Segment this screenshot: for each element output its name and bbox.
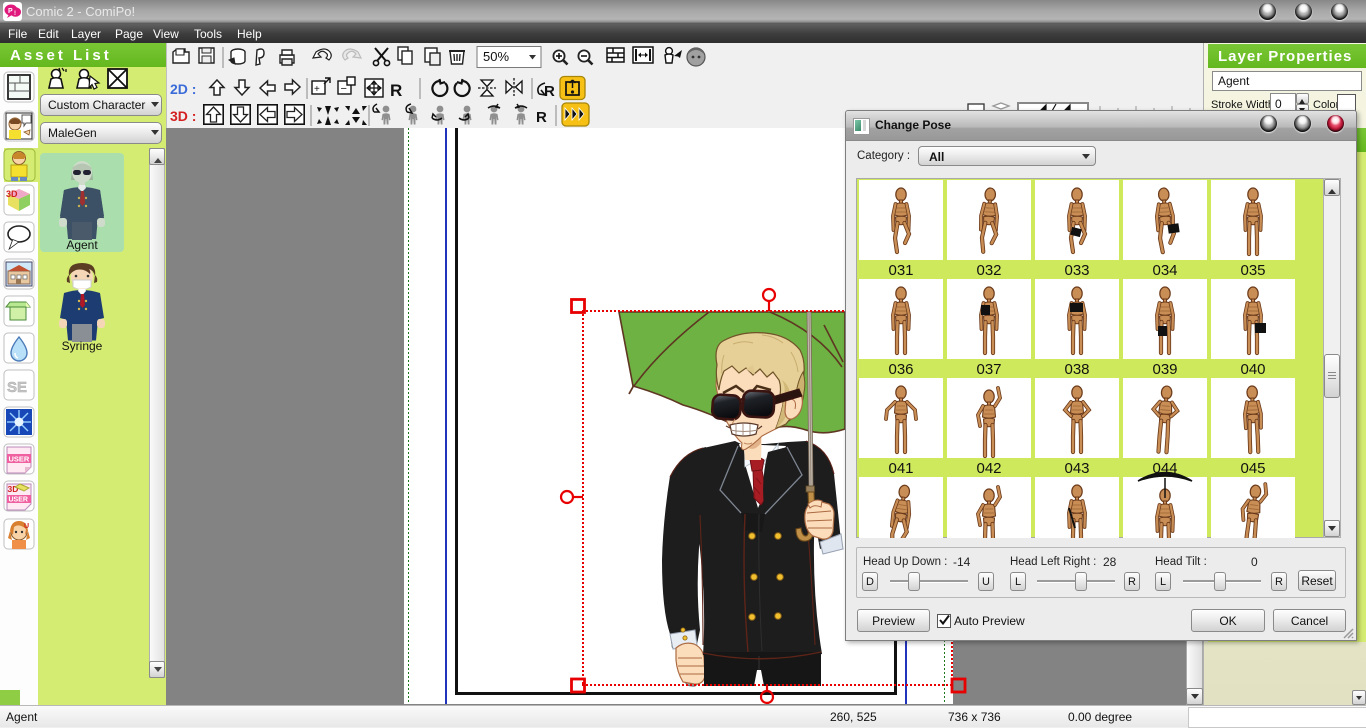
svg-text:!: ! (14, 11, 16, 17)
svg-text:R: R (536, 109, 547, 126)
svg-text:037: 037 (976, 361, 1001, 378)
svg-text:50%: 50% (483, 49, 509, 64)
svg-text:R: R (544, 83, 555, 100)
svg-text:038: 038 (1064, 361, 1089, 378)
svg-text:031: 031 (888, 262, 913, 279)
svg-text:USER: USER (9, 455, 30, 464)
svg-text:2D :: 2D : (170, 81, 196, 97)
svg-text:041: 041 (888, 460, 913, 477)
svg-text:033: 033 (1064, 262, 1089, 279)
svg-text:3D: 3D (6, 189, 18, 199)
svg-text:3D :: 3D : (170, 108, 196, 124)
svg-text:P: P (8, 8, 13, 15)
svg-text:032: 032 (976, 262, 1001, 279)
svg-text:036: 036 (888, 361, 913, 378)
svg-text:035: 035 (1240, 262, 1265, 279)
svg-text:USER: USER (9, 497, 28, 504)
svg-text:040: 040 (1240, 361, 1265, 378)
svg-text:034: 034 (1152, 262, 1177, 279)
svg-text:045: 045 (1240, 460, 1265, 477)
svg-text:−: − (341, 83, 347, 95)
svg-text:039: 039 (1152, 361, 1177, 378)
svg-text:+: + (314, 84, 320, 95)
svg-text:042: 042 (976, 460, 1001, 477)
svg-text:R: R (390, 81, 402, 100)
svg-text:SE: SE (7, 379, 27, 396)
svg-text:U: U (24, 523, 29, 530)
svg-text:043: 043 (1064, 460, 1089, 477)
